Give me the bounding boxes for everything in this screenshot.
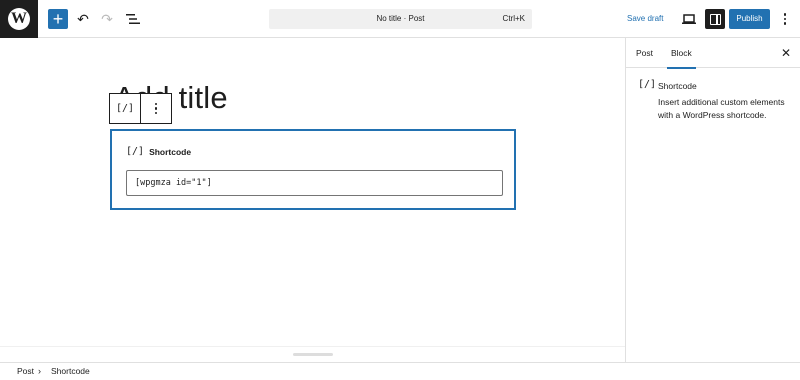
redo-icon: ↷	[101, 10, 113, 27]
chevron-right-icon: ›	[38, 366, 41, 376]
shortcode-block[interactable]: [/] Shortcode [wpgmza id="1"]	[110, 129, 516, 210]
breadcrumb-item-shortcode: Shortcode	[51, 366, 90, 376]
document-overview-button[interactable]	[123, 9, 143, 29]
shortcode-icon: [/]	[638, 79, 657, 90]
command-shortcut: Ctrl+K	[502, 14, 525, 23]
plus-icon: +	[52, 9, 64, 29]
shortcode-block-label: [/] Shortcode	[126, 146, 191, 157]
command-palette-button[interactable]: No title · Post Ctrl+K	[269, 9, 532, 29]
undo-button[interactable]: ↶	[73, 9, 93, 29]
desktop-preview-icon	[682, 14, 696, 24]
block-toolbar: [/]	[109, 93, 172, 124]
block-card-description: Insert additional custom elements with a…	[658, 97, 785, 120]
shortcode-label-text: Shortcode	[149, 146, 192, 157]
wordpress-logo-button[interactable]: W	[0, 0, 38, 38]
close-sidebar-button[interactable]: ✕	[779, 46, 793, 60]
shortcode-icon: [/]	[126, 146, 145, 157]
block-options-button[interactable]	[141, 94, 171, 123]
redo-button[interactable]: ↷	[97, 9, 117, 29]
sidebar-panel-icon	[709, 13, 721, 25]
wordpress-logo-icon: W	[8, 8, 30, 30]
undo-icon: ↶	[77, 10, 89, 27]
shortcode-icon: [/]	[115, 103, 135, 114]
tab-post[interactable]: Post	[636, 38, 653, 68]
block-type-button[interactable]: [/]	[110, 94, 141, 123]
options-menu-button[interactable]	[778, 9, 792, 29]
tab-block[interactable]: Block	[667, 38, 696, 69]
more-vertical-icon	[154, 102, 158, 106]
shortcode-input[interactable]: [wpgmza id="1"]	[126, 170, 503, 196]
breadcrumb: Post › Shortcode	[0, 362, 800, 379]
editor-header: W + ↶ ↷ No title · Post Ctrl+K Save draf…	[0, 0, 800, 38]
resize-handle[interactable]	[293, 353, 333, 356]
add-block-button[interactable]: +	[48, 9, 68, 29]
settings-toggle-button[interactable]	[705, 9, 725, 29]
list-view-icon	[126, 14, 140, 24]
sidebar-tabs: Post Block ✕	[626, 38, 800, 69]
settings-sidebar: Post Block ✕ [/] Shortcode Insert additi…	[625, 38, 800, 362]
document-title: No title · Post	[376, 14, 425, 23]
publish-button[interactable]: Publish	[729, 9, 770, 29]
editor-canvas[interactable]: Add title [/] [/] Shortcode [wpgmza id="…	[0, 38, 625, 362]
more-vertical-icon	[783, 13, 787, 16]
block-card-title: Shortcode	[658, 81, 697, 91]
canvas-divider	[0, 346, 625, 347]
close-icon: ✕	[780, 46, 792, 60]
breadcrumb-item-post[interactable]: Post	[17, 363, 34, 380]
save-draft-button[interactable]: Save draft	[627, 9, 663, 29]
preview-button[interactable]	[682, 10, 696, 28]
